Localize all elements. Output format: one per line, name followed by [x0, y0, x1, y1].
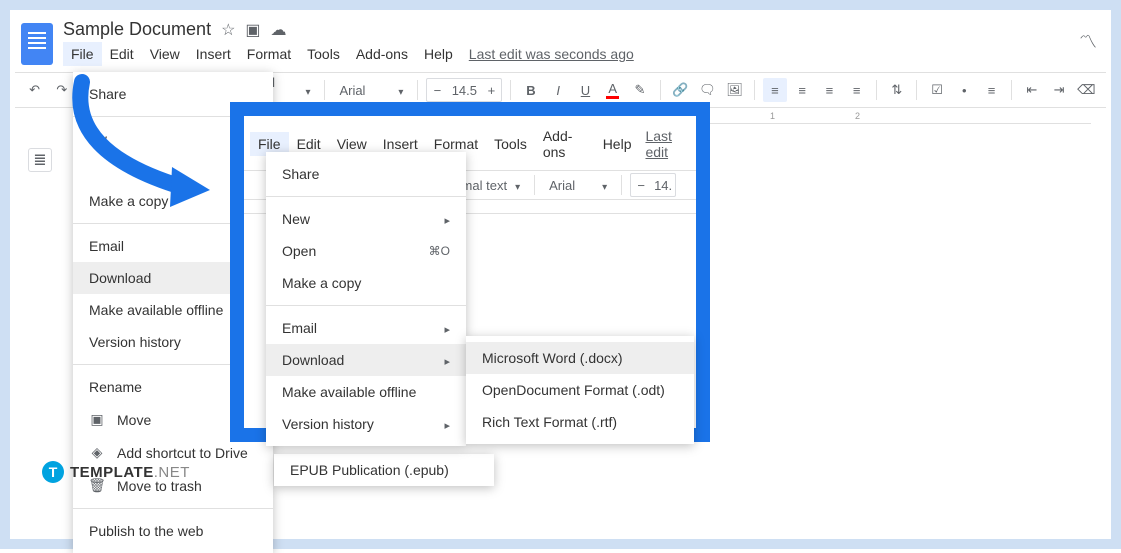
inset-last-edit[interactable]: Last edit — [645, 128, 690, 160]
app-bar: Sample Document ☆ ▣ ☁ File Edit View Ins… — [15, 15, 1106, 66]
badge-name: TEMPLATE — [70, 464, 154, 481]
ruler-tick: 2 — [855, 111, 860, 121]
watermark-badge: T TEMPLATE.NET — [42, 461, 190, 483]
clear-formatting-button[interactable]: ⌫ — [1075, 78, 1098, 102]
indent-increase-button[interactable]: ⇥ — [1047, 78, 1070, 102]
menu-format[interactable]: Format — [239, 42, 299, 66]
docs-logo-icon[interactable] — [21, 23, 53, 65]
insert-link-button[interactable]: 🔗 — [669, 78, 692, 102]
ruler-tick: 1 — [770, 111, 775, 121]
text-color-button[interactable]: A — [601, 78, 624, 102]
underline-button[interactable]: U — [574, 78, 597, 102]
shortcut-label: ⌘O — [429, 244, 450, 258]
insert-image-button[interactable]: 🖼 — [723, 78, 746, 102]
font-size-increase[interactable]: + — [481, 79, 501, 101]
inset-menu-help[interactable]: Help — [595, 132, 640, 156]
drive-shortcut-icon: ◈ — [89, 444, 105, 461]
inset-menu-tools[interactable]: Tools — [486, 132, 535, 156]
download-epub[interactable]: EPUB Publication (.epub) — [274, 454, 494, 486]
bold-button[interactable]: B — [519, 78, 542, 102]
inset-menu-email[interactable]: Email — [266, 312, 466, 344]
italic-button[interactable]: I — [547, 78, 570, 102]
last-edit-link[interactable]: Last edit was seconds ago — [469, 46, 634, 62]
checklist-button[interactable]: ☑ — [925, 78, 948, 102]
numbered-list-button[interactable]: ≡ — [980, 78, 1003, 102]
badge-suffix: .NET — [154, 464, 190, 481]
inset-font-size[interactable]: − 14. — [630, 173, 676, 197]
line-spacing-button[interactable]: ⇅ — [885, 78, 908, 102]
cloud-status-icon: ☁ — [271, 20, 287, 40]
move-folder-icon[interactable]: ▣ — [245, 20, 260, 40]
inset-font-decrease[interactable]: − — [631, 174, 651, 196]
star-icon[interactable]: ☆ — [221, 20, 235, 40]
inset-file-menu: Share New Open⌘O Make a copy Email Downl… — [266, 152, 466, 446]
align-center-button[interactable]: ≡ — [791, 78, 814, 102]
font-size-decrease[interactable]: − — [427, 79, 447, 101]
menu-tools[interactable]: Tools — [299, 42, 348, 66]
chevron-right-icon — [444, 352, 450, 368]
file-menu-publish[interactable]: Publish to the web — [73, 515, 273, 547]
chevron-right-icon — [444, 211, 450, 227]
document-title[interactable]: Sample Document — [63, 19, 211, 40]
menu-help[interactable]: Help — [416, 42, 461, 66]
align-justify-button[interactable]: ≡ — [845, 78, 868, 102]
chevron-right-icon — [444, 416, 450, 432]
inset-font-dropdown[interactable]: Arial — [543, 178, 613, 193]
activity-trend-icon[interactable]: 〽 — [1079, 28, 1097, 54]
font-dropdown[interactable]: Arial — [333, 83, 409, 98]
download-rtf[interactable]: Rich Text Format (.rtf) — [466, 406, 694, 438]
inset-menu-new[interactable]: New — [266, 203, 466, 235]
inset-menu-make-copy[interactable]: Make a copy — [266, 267, 466, 299]
align-left-button[interactable]: ≡ — [763, 78, 786, 102]
badge-logo-icon: T — [42, 461, 64, 483]
align-right-button[interactable]: ≡ — [818, 78, 841, 102]
redo-button[interactable]: ↷ — [50, 78, 73, 102]
inset-menu-share[interactable]: Share — [266, 158, 466, 190]
highlight-button[interactable]: ✎ — [628, 78, 651, 102]
inset-menu-version[interactable]: Version history — [266, 408, 466, 440]
inset-menu-offline[interactable]: Make available offline — [266, 376, 466, 408]
inset-menu-open[interactable]: Open⌘O — [266, 235, 466, 267]
font-size-value[interactable]: 14.5 — [447, 83, 481, 98]
menu-edit[interactable]: Edit — [102, 42, 142, 66]
menu-bar: File Edit View Insert Format Tools Add-o… — [63, 42, 634, 66]
bulleted-list-button[interactable]: • — [953, 78, 976, 102]
indent-decrease-button[interactable]: ⇤ — [1020, 78, 1043, 102]
chevron-right-icon — [444, 320, 450, 336]
inset-font-size-value: 14. — [651, 178, 675, 193]
menu-file[interactable]: File — [63, 42, 102, 66]
menu-addons[interactable]: Add-ons — [348, 42, 416, 66]
font-size-stepper[interactable]: − 14.5 + — [426, 78, 502, 102]
inset-menu-download[interactable]: Download — [266, 344, 466, 376]
menu-insert[interactable]: Insert — [188, 42, 239, 66]
download-odt[interactable]: OpenDocument Format (.odt) — [466, 374, 694, 406]
menu-view[interactable]: View — [142, 42, 188, 66]
download-docx[interactable]: Microsoft Word (.docx) — [466, 342, 694, 374]
font-label: Arial — [339, 83, 365, 98]
document-outline-icon[interactable]: ≣ — [28, 148, 52, 172]
callout-inset: File Edit View Insert Format Tools Add-o… — [230, 102, 710, 442]
download-submenu: Microsoft Word (.docx) OpenDocument Form… — [466, 336, 694, 444]
folder-move-icon: ▣ — [89, 411, 105, 428]
insert-comment-button[interactable]: 🗨 — [696, 78, 719, 102]
undo-button[interactable]: ↶ — [23, 78, 46, 102]
inset-menu-addons[interactable]: Add-ons — [535, 124, 595, 164]
